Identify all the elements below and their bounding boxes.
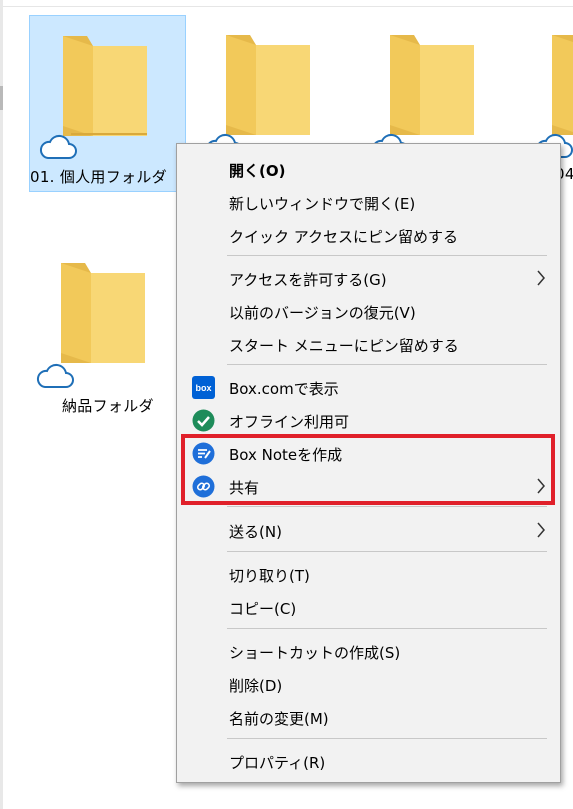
svg-text:box: box [195, 383, 211, 393]
folder-item[interactable]: 01. 個人用フォルダ [29, 15, 186, 192]
folder-label: 納品フォルダ [62, 397, 154, 415]
folder-icon [552, 35, 573, 135]
menu-item-send-to[interactable]: 送る(N) [177, 514, 560, 547]
cloud-icon [36, 363, 74, 388]
chevron-right-icon [537, 522, 545, 538]
chevron-right-icon [537, 270, 545, 286]
menu-item-delete[interactable]: 削除(D) [177, 668, 560, 701]
menu-item-label: 名前の変更(M) [229, 710, 329, 728]
menu-item-pin-start[interactable]: スタート メニューにピン留めする [177, 328, 560, 361]
menu-item-rename[interactable]: 名前の変更(M) [177, 701, 560, 734]
annotation-highlight-box [181, 434, 555, 505]
menu-separator [227, 738, 547, 739]
menu-item-give-access[interactable]: アクセスを許可する(G) [177, 262, 560, 295]
folder-icon [226, 35, 310, 135]
menu-item-view-box[interactable]: box Box.comで表示 [177, 371, 560, 404]
menu-item-label: アクセスを許可する(G) [229, 271, 387, 289]
menu-item-open[interactable]: 開く(O) [177, 153, 560, 186]
menu-item-label: 以前のバージョンの復元(V) [229, 304, 416, 322]
menu-separator [227, 551, 547, 552]
menu-item-label: 送る(N) [229, 523, 282, 541]
menu-item-label: スタート メニューにピン留めする [229, 337, 459, 355]
menu-item-label: コピー(C) [229, 600, 297, 618]
menu-item-label: 切り取り(T) [229, 567, 310, 585]
menu-item-properties[interactable]: プロパティ(R) [177, 745, 560, 778]
menu-item-create-shortcut[interactable]: ショートカットの作成(S) [177, 635, 560, 668]
menu-item-label: ショートカットの作成(S) [229, 644, 401, 662]
scrollbar-thumb[interactable] [0, 86, 3, 110]
folder-icon [61, 263, 145, 363]
menu-item-restore-versions[interactable]: 以前のバージョンの復元(V) [177, 295, 560, 328]
menu-item-open-new-window[interactable]: 新しいウィンドウで開く(E) [177, 186, 560, 219]
cloud-icon [39, 134, 77, 159]
box-logo-icon: box [192, 376, 215, 399]
menu-item-cut[interactable]: 切り取り(T) [177, 558, 560, 591]
menu-item-label: 新しいウィンドウで開く(E) [229, 195, 416, 213]
menu-item-label: オフライン利用可 [229, 413, 350, 431]
menu-item-pin-quick-access[interactable]: クイック アクセスにピン留めする [177, 219, 560, 252]
menu-item-copy[interactable]: コピー(C) [177, 591, 560, 624]
menu-separator [227, 255, 547, 256]
menu-item-label: プロパティ(R) [229, 754, 326, 772]
check-circle-icon [192, 409, 215, 432]
menu-item-label: 開く(O) [229, 162, 286, 180]
menu-item-label: Box.comで表示 [229, 380, 339, 398]
menu-separator [227, 506, 547, 507]
scrollbar[interactable] [0, 0, 3, 809]
menu-item-label: クイック アクセスにピン留めする [229, 228, 459, 246]
folder-icon [63, 36, 147, 136]
folder-item[interactable]: 納品フォルダ [29, 255, 179, 425]
menu-item-offline[interactable]: オフライン利用可 [177, 404, 560, 437]
folder-icon [390, 35, 474, 135]
menu-separator [227, 364, 547, 365]
menu-separator [227, 628, 547, 629]
top-divider [0, 6, 573, 7]
menu-item-label: 削除(D) [229, 677, 283, 695]
folder-label: 01. 個人用フォルダ [30, 168, 167, 186]
